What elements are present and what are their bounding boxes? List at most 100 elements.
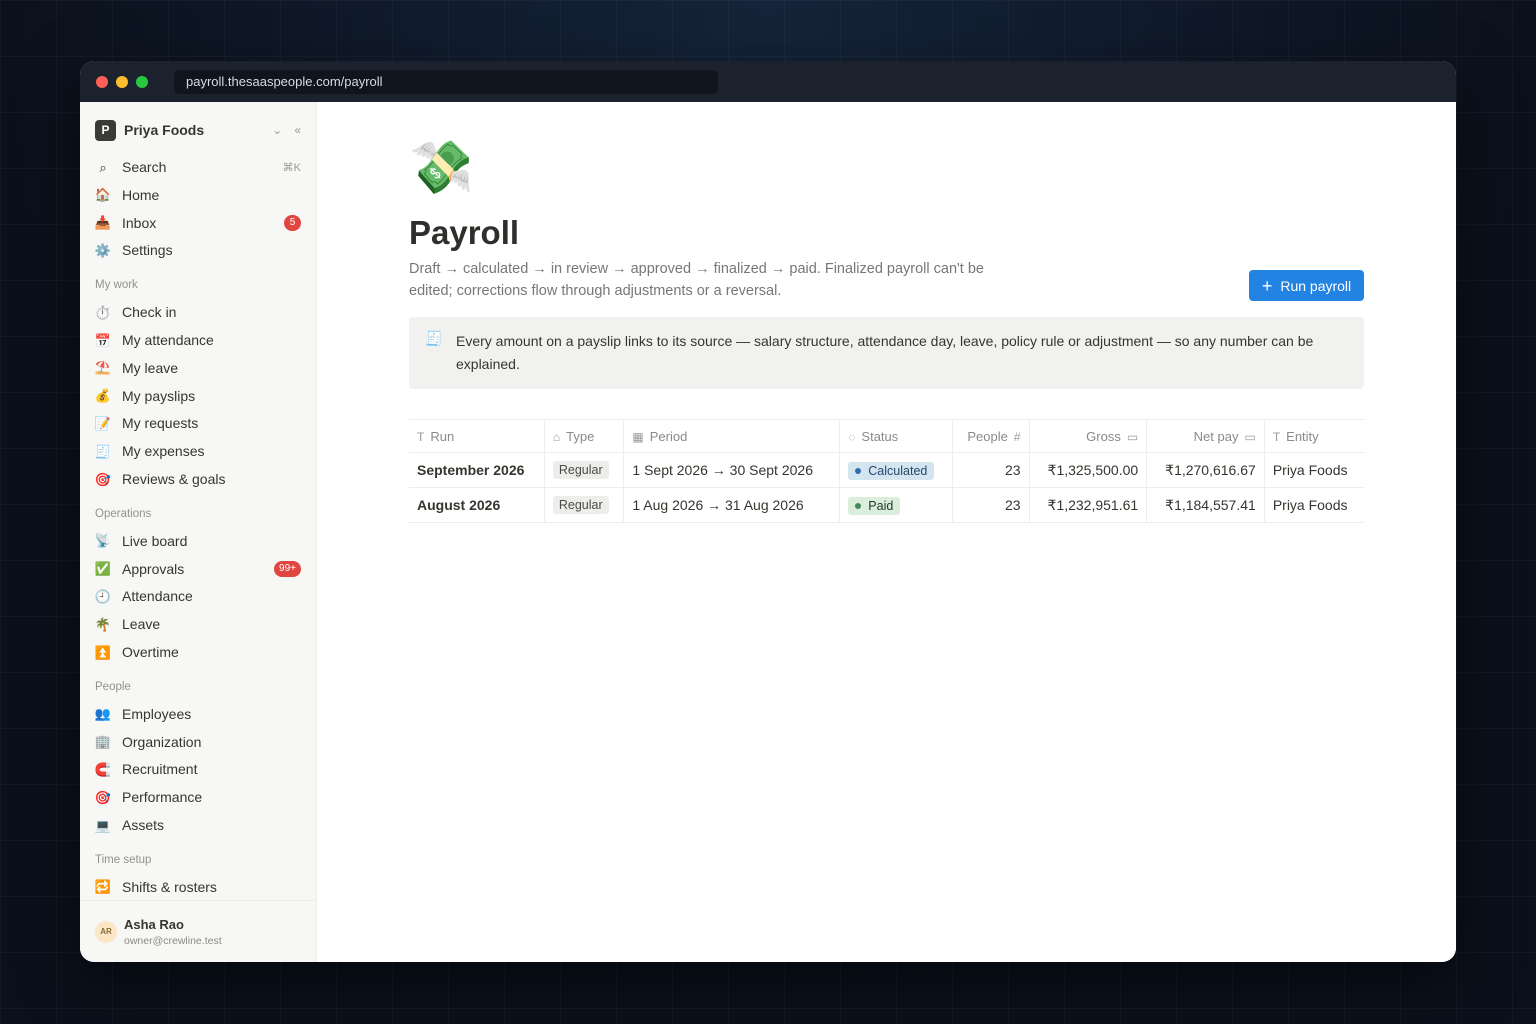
- sidebar-item-check-in[interactable]: ⏱️ Check in: [95, 300, 301, 324]
- clock-icon: 🕘: [94, 588, 112, 604]
- browser-window: payroll.thesaaspeople.com/payroll P Priy…: [80, 61, 1456, 962]
- close-window-button[interactable]: [96, 76, 108, 88]
- sidebar-item-label: My payslips: [122, 387, 196, 404]
- sidebar-item-reviews-and-goals[interactable]: 🎯 Reviews & goals: [95, 467, 301, 491]
- column-header-entity[interactable]: T Entity: [1264, 419, 1364, 453]
- memo-icon: 📝: [94, 415, 112, 431]
- count-badge: 99+: [274, 560, 301, 577]
- column-header-status[interactable]: ◌ Status: [839, 419, 953, 453]
- satellite-icon: 📡: [94, 533, 112, 549]
- status-badge: Calculated: [848, 461, 935, 480]
- sidebar-item-label: Shifts & rosters: [122, 878, 217, 895]
- beach-icon: ⛱️: [94, 360, 112, 376]
- sidebar-item-assets[interactable]: 💻 Assets: [95, 813, 301, 837]
- tag-icon: ⌂: [552, 429, 561, 444]
- section-label-time-setup: Time setup: [95, 853, 152, 866]
- column-header-run[interactable]: T Run: [409, 419, 545, 453]
- cell-people: 23: [952, 487, 1030, 523]
- sidebar-item-label: Assets: [122, 817, 165, 833]
- column-header-gross[interactable]: Gross ▭: [1029, 419, 1148, 453]
- cell-period: 1 Aug 2026 → 31 Aug 2026: [623, 487, 841, 523]
- sidebar-item-my-leave[interactable]: ⛱️ My leave: [95, 356, 301, 380]
- column-header-people[interactable]: People #: [952, 419, 1030, 453]
- cell-people: 23: [952, 452, 1030, 488]
- sidebar-item-performance[interactable]: 🎯 Performance: [95, 785, 301, 809]
- status-label: Paid: [868, 498, 894, 513]
- cell-type: Regular: [544, 452, 625, 488]
- page-description: Draft → calculated → in review → approve…: [409, 261, 984, 299]
- sidebar-item-label: Search: [122, 159, 167, 175]
- user-profile[interactable]: AR Asha Rao owner@crewline.test: [80, 900, 316, 962]
- cell-gross: ₹1,232,951.61: [1029, 487, 1148, 523]
- sidebar-item-label: Recruitment: [122, 761, 198, 778]
- cell-status: Calculated: [839, 452, 953, 488]
- sidebar-item-overtime[interactable]: ⏫ Overtime: [95, 640, 301, 664]
- payroll-runs-table: T Run ⌂ Type ▦ Period ◌ Status People # Gross ▭ Net …: [409, 419, 1364, 523]
- laptop-icon: 💻: [94, 817, 112, 833]
- sidebar-item-label: Settings: [122, 242, 173, 259]
- receipt-icon: 🧾: [425, 330, 443, 346]
- sidebar-item-live-board[interactable]: 📡 Live board: [95, 529, 301, 553]
- table-row[interactable]: August 2026 Regular 1 Aug 2026 → 31 Aug 20…: [409, 487, 1364, 523]
- column-header-net_pay[interactable]: Net pay ▭: [1146, 419, 1265, 453]
- minimize-window-button[interactable]: [116, 76, 128, 88]
- sidebar-item-approvals[interactable]: ✅ Approvals 99+: [95, 557, 301, 581]
- overtime-icon: ⏫: [94, 644, 112, 660]
- sidebar-item-organization[interactable]: 🏢 Organization: [95, 730, 301, 754]
- main-content: 💸 Payroll Draft → calculated → in review…: [317, 102, 1456, 962]
- sidebar-item-my-expenses[interactable]: 🧾 My expenses: [95, 439, 301, 463]
- target-icon: 🎯: [94, 789, 112, 805]
- column-header-period[interactable]: ▦ Period: [623, 419, 841, 453]
- column-header-label: Status: [861, 428, 899, 444]
- sidebar-item-label: Attendance: [122, 588, 193, 605]
- sidebar-item-employees[interactable]: 👥 Employees: [95, 702, 301, 726]
- sidebar-item-shifts-and-rosters[interactable]: 🔁 Shifts & rosters: [95, 875, 301, 899]
- workspace-name: Priya Foods: [124, 122, 205, 138]
- cell-run: August 2026: [409, 487, 545, 523]
- receipt-icon: 🧾: [94, 443, 112, 459]
- collapse-sidebar-icon[interactable]: «: [294, 123, 301, 137]
- sidebar-item-leave[interactable]: 🌴 Leave: [95, 612, 301, 636]
- user-email: owner@crewline.test: [124, 934, 222, 947]
- text-icon: T: [1272, 429, 1281, 444]
- sidebar-item-settings[interactable]: ⚙️ Settings: [95, 238, 301, 262]
- cell-type: Regular: [544, 487, 625, 523]
- run-payroll-button[interactable]: + Run payroll: [1249, 270, 1364, 301]
- count-badge: 5: [284, 214, 301, 231]
- sidebar-item-home[interactable]: 🏠 Home: [95, 183, 301, 207]
- sidebar-item-label: Leave: [122, 616, 161, 633]
- table-row[interactable]: September 2026 Regular 1 Sept 2026 → 30 Se…: [409, 452, 1364, 488]
- sidebar-item-my-payslips[interactable]: 💰 My payslips: [95, 384, 301, 408]
- callout-text: Every amount on a payslip links to its s…: [456, 333, 1314, 372]
- sidebar-item-my-attendance[interactable]: 📅 My attendance: [95, 328, 301, 352]
- sidebar-item-attendance[interactable]: 🕘 Attendance: [95, 584, 301, 608]
- address-bar[interactable]: payroll.thesaaspeople.com/payroll: [174, 70, 718, 94]
- callout: 🧾 Every amount on a payslip links to its…: [409, 317, 1364, 389]
- cell-run: September 2026: [409, 452, 545, 488]
- currency-icon: ▭: [1126, 429, 1139, 444]
- section-label-my-work: My work: [95, 279, 138, 292]
- chevron-down-icon[interactable]: ⌄: [272, 123, 282, 137]
- currency-icon: ▭: [1244, 429, 1256, 444]
- workspace-switcher[interactable]: P Priya Foods ⌄ «: [95, 119, 301, 141]
- run-payroll-label: Run payroll: [1280, 277, 1352, 294]
- sidebar-item-label: My requests: [122, 415, 199, 432]
- page-emoji-icon[interactable]: 💸: [409, 142, 474, 194]
- maximize-window-button[interactable]: [136, 76, 148, 88]
- sidebar-item-label: Organization: [122, 733, 202, 750]
- money-bag-icon: 💰: [94, 388, 112, 404]
- inbox-icon: 📥: [94, 215, 112, 231]
- sidebar-item-recruitment[interactable]: 🧲 Recruitment: [95, 757, 301, 781]
- sidebar-item-my-requests[interactable]: 📝 My requests: [95, 411, 301, 435]
- type-tag: Regular: [552, 496, 609, 514]
- status-badge: Paid: [848, 496, 901, 515]
- sidebar-item-label: Overtime: [122, 644, 179, 660]
- cell-net_pay: ₹1,184,557.41: [1146, 487, 1265, 523]
- column-header-type[interactable]: ⌂ Type: [544, 419, 625, 453]
- keyboard-shortcut: ⌘K: [282, 161, 301, 174]
- sidebar-item-inbox[interactable]: 📥 Inbox 5: [95, 211, 301, 235]
- sidebar-item-label: My expenses: [122, 443, 205, 460]
- stopwatch-icon: ⏱️: [94, 304, 112, 320]
- cell-entity: Priya Foods: [1264, 487, 1364, 523]
- sidebar-item-search[interactable]: ⌕ Search ⌘K: [95, 155, 301, 179]
